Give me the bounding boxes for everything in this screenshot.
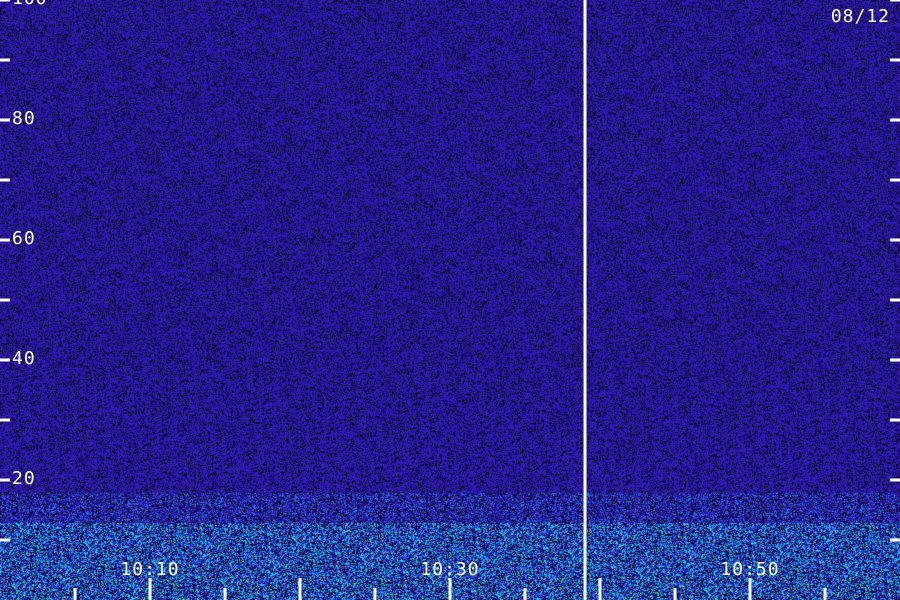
- y-tick-label: 60: [12, 228, 36, 249]
- y-tick-label: 40: [12, 348, 36, 369]
- x-tick-label: 10:30: [420, 559, 480, 580]
- date-label: 08/12: [830, 6, 890, 27]
- y-tick-label: 100: [12, 0, 48, 8]
- y-tick-label: 80: [12, 108, 36, 129]
- x-tick-label: 10:10: [120, 559, 180, 580]
- x-tick-label: 10:50: [720, 559, 780, 580]
- y-tick-label: 20: [12, 468, 36, 489]
- axes-overlay: [0, 0, 900, 600]
- spectrogram-panel: 20 40 60 80 100 10:10 10:30 10:50 08/12: [0, 0, 900, 600]
